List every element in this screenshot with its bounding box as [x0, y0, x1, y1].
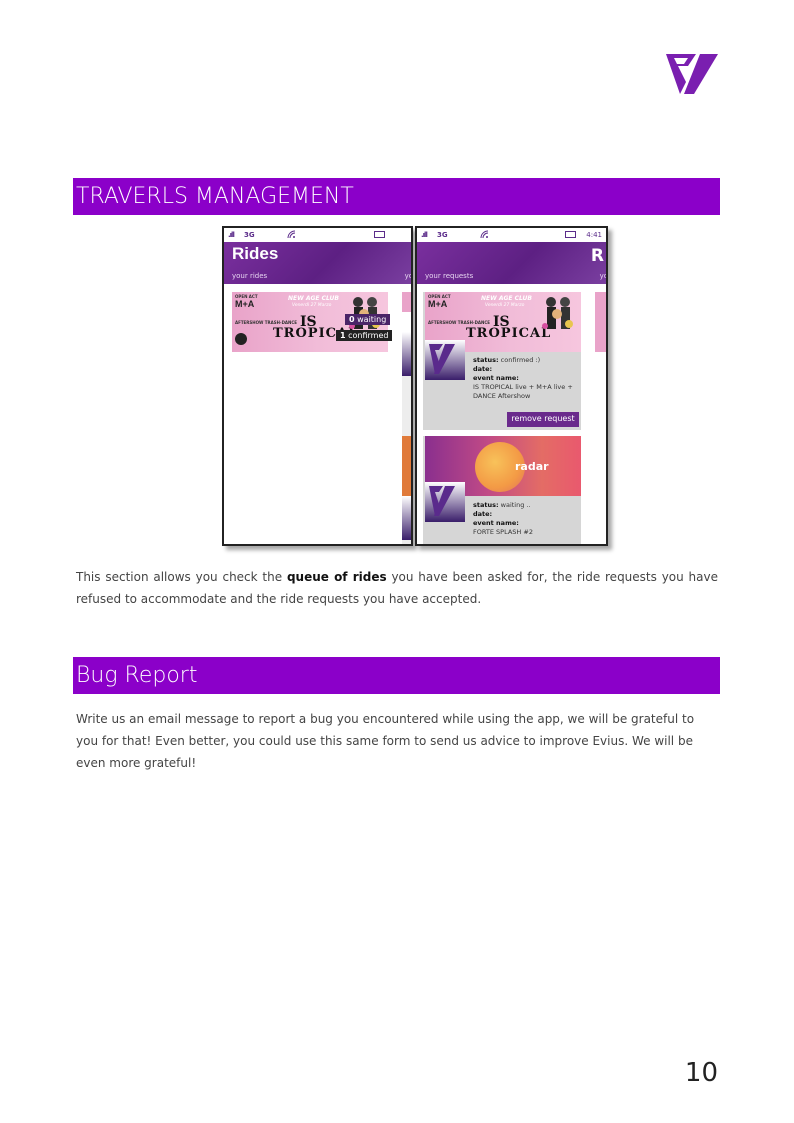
- section-title-bug-report: Bug Report: [73, 657, 720, 694]
- network-label: 3G: [244, 231, 255, 239]
- page-subtitle: your rides: [232, 272, 268, 280]
- waiting-count: 0: [349, 315, 355, 324]
- event-club: NEW AGE CLUB: [288, 295, 339, 302]
- band-photo: [542, 297, 573, 329]
- remove-request-button[interactable]: remove request: [507, 412, 579, 427]
- waiting-label: waiting: [357, 315, 387, 324]
- page-title: Rides: [232, 244, 279, 263]
- event-aftershow: AFTERSHOW TRASH-DANCE: [235, 320, 298, 325]
- travels-description: This section allows you check the queue …: [76, 570, 719, 606]
- event-club: NEW AGE CLUB: [481, 295, 532, 302]
- evius-logo: [666, 54, 718, 94]
- event-name-value: FORTE SPLASH #2: [473, 528, 533, 536]
- network-label: 3G: [437, 231, 448, 239]
- confirmed-badge: 1 confirmed: [336, 330, 393, 341]
- rides-screenshot: .ıll 3G Rides your rides yo OPEN ACT M+A…: [222, 226, 413, 546]
- status-bar: .ıll 3G: [224, 228, 411, 242]
- signal-icon: .ıll: [421, 231, 428, 239]
- request-info: status: confirmed :) date: event name: I…: [473, 356, 581, 401]
- event-artist: M+A: [235, 299, 255, 309]
- wifi-icon: [480, 230, 489, 241]
- requests-screenshot: .ıll 3G 4:41 R your requests yo OPEN ACT…: [415, 226, 608, 546]
- status-value: confirmed :): [498, 356, 541, 364]
- event-date: Venerdì 27 Marzo: [485, 303, 525, 308]
- evius-logo-icon: [425, 482, 465, 522]
- event-banner-title: radar: [515, 460, 549, 473]
- next-pivot-label[interactable]: yo: [600, 272, 606, 280]
- bug-report-description: Write us an email message to report a bu…: [76, 712, 695, 770]
- page-subtitle: your requests: [425, 272, 474, 280]
- request-info: status: waiting .. date: event name: FOR…: [473, 501, 581, 537]
- rides-header: Rides your rides yo: [224, 242, 411, 284]
- disc-icon: [235, 333, 247, 345]
- confirmed-count: 1: [340, 331, 346, 340]
- confirmed-label: confirmed: [348, 331, 389, 340]
- requests-header: R your requests yo: [417, 242, 606, 284]
- battery-icon: [374, 231, 385, 238]
- waiting-badge: 0 waiting: [345, 314, 391, 325]
- status-value: waiting ..: [498, 501, 531, 509]
- next-pivot-preview[interactable]: [402, 292, 411, 544]
- event-name-value: IS TROPICAL live + M+A live + DANCE Afte…: [473, 383, 573, 400]
- battery-icon: [565, 231, 576, 238]
- event-artist: M+A: [428, 299, 448, 309]
- section-title-travels-management: TRAVERLS MANAGEMENT: [73, 178, 720, 215]
- next-pivot-preview[interactable]: [595, 292, 606, 352]
- clock: 4:41: [586, 231, 602, 239]
- queue-of-rides-highlight: queue of rides: [286, 570, 387, 584]
- evius-logo-icon: [425, 340, 465, 380]
- status-bar: .ıll 3G 4:41: [417, 228, 606, 242]
- page-number: 10: [684, 1058, 718, 1088]
- wifi-icon: [287, 230, 296, 241]
- next-pivot-title[interactable]: R: [591, 246, 604, 266]
- signal-icon: .ıll: [228, 231, 235, 239]
- next-pivot-label[interactable]: yo: [405, 272, 411, 280]
- event-aftershow: AFTERSHOW TRASH-DANCE: [428, 320, 491, 325]
- event-date: Venerdì 27 Marzo: [292, 303, 332, 308]
